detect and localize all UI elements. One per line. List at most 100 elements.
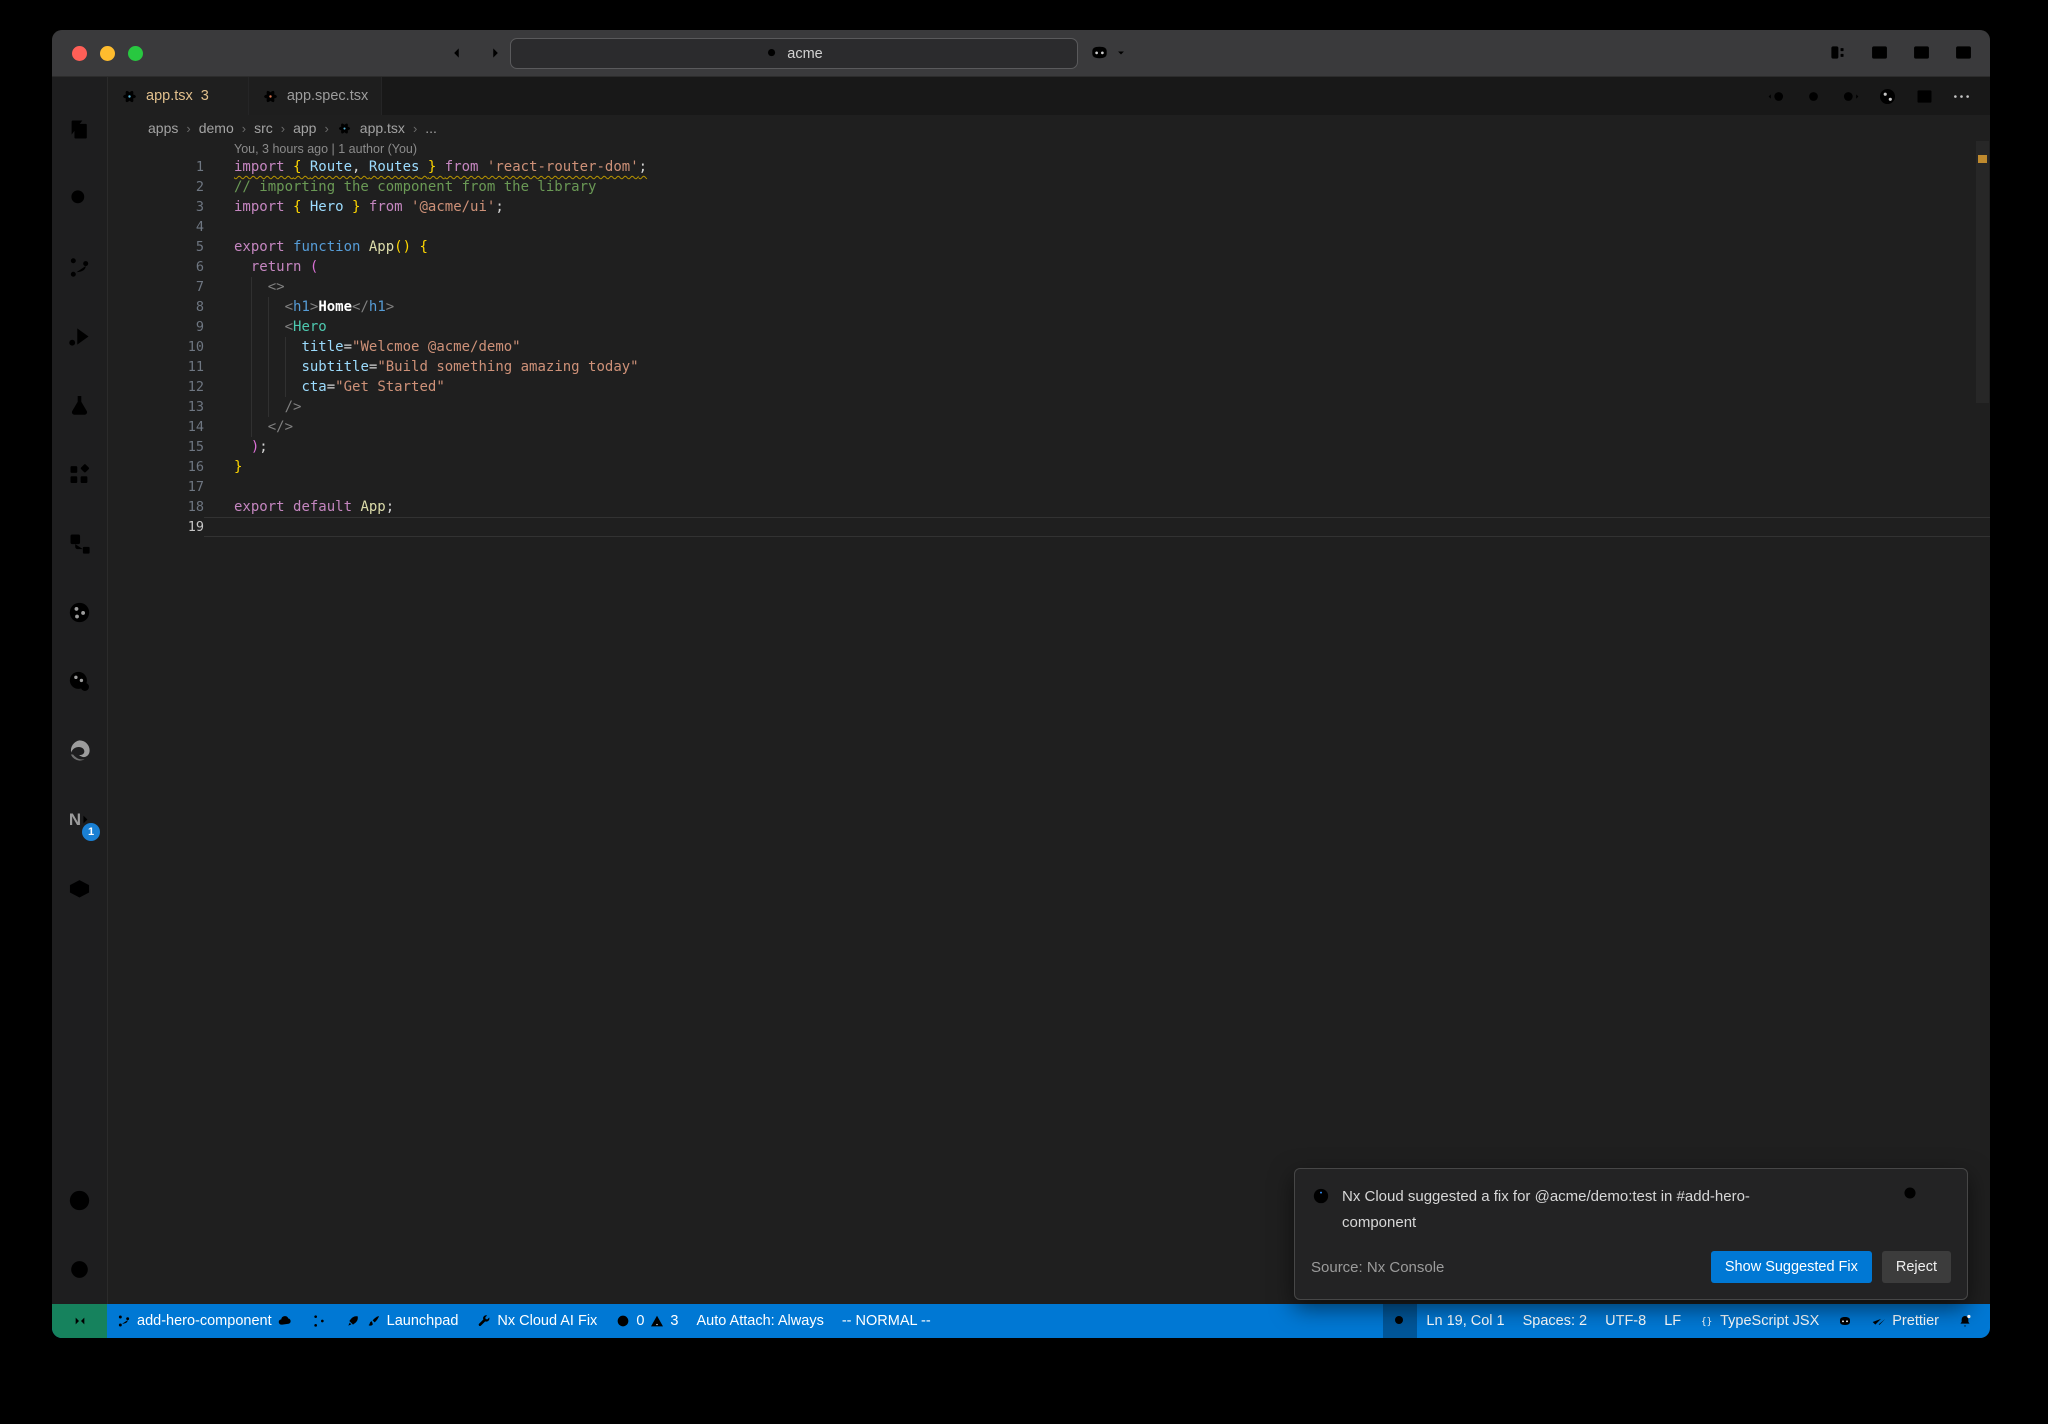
activity-item-edge-tools[interactable] — [52, 716, 107, 785]
activity-item-extensions[interactable] — [52, 440, 107, 509]
brush-icon — [366, 1313, 382, 1329]
toggle-panel-button[interactable] — [1911, 42, 1932, 63]
code-line-7[interactable]: 7 <> — [108, 277, 1990, 297]
tab-app-tsx[interactable]: app.tsx 3 — [108, 77, 249, 115]
activity-item-nx-graph[interactable] — [52, 578, 107, 647]
go-forward-button[interactable] — [482, 43, 502, 63]
status-formatter-prettier[interactable]: Prettier — [1862, 1304, 1948, 1338]
code-line-19[interactable]: 19 — [108, 517, 1990, 537]
scrollbar-slider[interactable] — [1976, 141, 1989, 403]
close-window-button[interactable] — [72, 46, 87, 61]
status-encoding[interactable]: UTF-8 — [1596, 1304, 1655, 1338]
code-line-9[interactable]: 9 <Hero — [108, 317, 1990, 337]
notification-close-icon[interactable] — [1933, 1184, 1951, 1202]
breadcrumb-item[interactable]: apps — [148, 120, 178, 136]
activity-item-testing[interactable] — [52, 371, 107, 440]
status-indentation[interactable]: Spaces: 2 — [1514, 1304, 1597, 1338]
command-center-search[interactable]: acme — [510, 38, 1078, 69]
open-changes-button[interactable] — [1803, 86, 1824, 107]
breadcrumb[interactable]: apps › demo › src › app › app.tsx ›... — [108, 115, 1990, 141]
code-line-14[interactable]: 14 </> — [108, 417, 1990, 437]
status-zoom-indicator[interactable] — [1383, 1304, 1418, 1338]
activity-item-manage-settings[interactable] — [52, 1235, 107, 1304]
code-line-4[interactable]: 4 — [108, 217, 1990, 237]
files-icon — [66, 116, 93, 143]
code-line-3[interactable]: 3 import { Hero } from '@acme/ui'; — [108, 197, 1990, 217]
status-nx-cloud-ai-fix[interactable]: Nx Cloud AI Fix — [467, 1304, 606, 1338]
code-line-2[interactable]: 2// importing the component from the lib… — [108, 177, 1990, 197]
cloud-upload-icon — [277, 1313, 293, 1329]
next-change-button[interactable] — [1840, 86, 1861, 107]
more-actions-button[interactable] — [1951, 86, 1972, 107]
breadcrumb-item[interactable]: demo — [199, 120, 234, 136]
activity-item-containers[interactable] — [52, 854, 107, 923]
zoom-window-button[interactable] — [128, 46, 143, 61]
copilot-icon — [1088, 41, 1111, 64]
breadcrumb-item[interactable]: src — [254, 120, 273, 136]
code-editor[interactable]: You, 3 hours ago | 1 author (You) 1 impor… — [108, 141, 1990, 1304]
status-launchpad[interactable]: Launchpad — [336, 1304, 468, 1338]
reject-button[interactable]: Reject — [1881, 1251, 1951, 1283]
activity-item-source-control[interactable] — [52, 233, 107, 302]
status-problems[interactable]: 03 — [606, 1304, 687, 1338]
activity-item-run-and-debug[interactable] — [52, 302, 107, 371]
code-line-10[interactable]: 10 title="Welcmoe @acme/demo" — [108, 337, 1990, 357]
previous-change-button[interactable] — [1766, 86, 1787, 107]
toggle-primary-sidebar-button[interactable] — [1869, 42, 1890, 63]
tab-app-spec-tsx[interactable]: app.spec.tsx — [248, 77, 383, 115]
code-line-11[interactable]: 11 subtitle="Build something amazing tod… — [108, 357, 1990, 377]
gear-icon — [66, 1256, 93, 1283]
code-line-8[interactable]: 8 <h1>Home</h1> — [108, 297, 1990, 317]
customize-layout-button[interactable] — [1827, 42, 1848, 63]
remote-indicator[interactable] — [52, 1304, 107, 1338]
copilot-menu[interactable] — [1088, 41, 1128, 64]
code-line-6[interactable]: 6 return ( — [108, 257, 1990, 277]
breadcrumb-item[interactable]: app — [293, 120, 316, 136]
activity-item-nx-console[interactable]: 1 — [52, 785, 107, 854]
code-line-12[interactable]: 12 cta="Get Started" — [108, 377, 1990, 397]
run-target-button[interactable] — [1877, 86, 1898, 107]
graph-search-icon — [66, 668, 93, 695]
notification-settings-icon[interactable] — [1901, 1184, 1919, 1202]
activity-item-search[interactable] — [52, 164, 107, 233]
status-copilot-status[interactable] — [1828, 1304, 1862, 1338]
react-icon — [337, 121, 352, 136]
status-nx-project-graph[interactable] — [302, 1304, 336, 1338]
split-editor-button[interactable] — [1914, 86, 1935, 107]
status-vim-mode[interactable]: -- NORMAL -- — [833, 1304, 940, 1338]
editor-group: app.tsx 3 app.spec.tsx apps › demo › src › app › a… — [108, 77, 1990, 1304]
code-line-17[interactable]: 17 — [108, 477, 1990, 497]
show-suggested-fix-button[interactable]: Show Suggested Fix — [1710, 1251, 1872, 1283]
code-line-1[interactable]: 1 import { Route, Routes } from 'react-ro… — [108, 157, 1990, 177]
window-controls — [72, 46, 143, 61]
notification-toast: Nx Cloud suggested a fix for @acme/demo:… — [1294, 1168, 1968, 1300]
react-icon — [262, 88, 279, 105]
status-cursor-position[interactable]: Ln 19, Col 1 — [1417, 1304, 1513, 1338]
activity-item-accounts[interactable] — [52, 1166, 107, 1235]
code-line-15[interactable]: 15 ); — [108, 437, 1990, 457]
status-notifications-bell[interactable] — [1948, 1304, 1982, 1338]
code-line-18[interactable]: 18 export default App; — [108, 497, 1990, 517]
close-tab-icon[interactable] — [222, 90, 235, 103]
scrollbar[interactable] — [1975, 141, 1990, 1304]
bell-dot-icon — [1957, 1313, 1973, 1329]
status-language-mode[interactable]: TypeScript JSX — [1690, 1304, 1828, 1338]
toggle-secondary-sidebar-button[interactable] — [1953, 42, 1974, 63]
status-git-branch[interactable]: add-hero-component — [107, 1304, 302, 1338]
go-back-button[interactable] — [450, 43, 470, 63]
status-eol[interactable]: LF — [1655, 1304, 1690, 1338]
status-left: add-hero-component Launchpad Nx Cloud AI F… — [107, 1304, 940, 1338]
minimize-window-button[interactable] — [100, 46, 115, 61]
breadcrumb-file[interactable]: app.tsx — [360, 120, 405, 136]
activity-item-nx-projects[interactable] — [52, 509, 107, 578]
code-line-5[interactable]: 5 export function App() { — [108, 237, 1990, 257]
status-auto-attach[interactable]: Auto Attach: Always — [687, 1304, 832, 1338]
activity-item-nx-graph-search[interactable] — [52, 647, 107, 716]
ellipsis-icon — [1951, 86, 1972, 107]
code-line-13[interactable]: 13 /> — [108, 397, 1990, 417]
activity-item-explorer[interactable] — [52, 95, 107, 164]
code-line-16[interactable]: 16} — [108, 457, 1990, 477]
git-blame-annotation: You, 3 hours ago | 1 author (You) — [234, 142, 418, 156]
error-icon — [615, 1313, 631, 1329]
search-value: acme — [787, 45, 823, 62]
